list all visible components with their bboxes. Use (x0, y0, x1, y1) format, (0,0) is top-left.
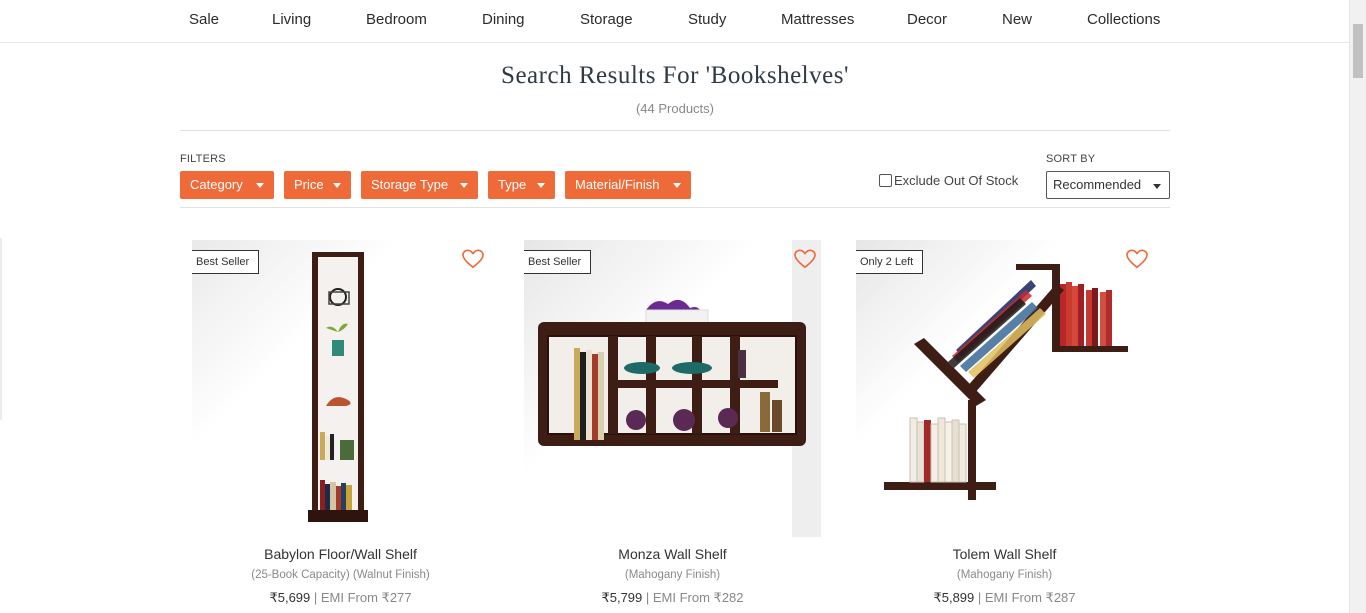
heart-outline-icon[interactable] (462, 249, 484, 269)
nav-item-sale[interactable]: Sale (189, 11, 219, 28)
product-photo-monza-shelf (524, 240, 821, 537)
product-price: ₹5,799 (601, 590, 643, 605)
left-edge-divider (0, 238, 2, 420)
product-badge: Best Seller (524, 250, 592, 274)
nav-item-new[interactable]: New (1002, 11, 1032, 28)
filter-price-button[interactable]: Price (284, 171, 351, 199)
product-subtitle: (25-Book Capacity) (Walnut Finish) (251, 569, 430, 581)
exclude-out-of-stock-toggle[interactable]: Exclude Out Of Stock (879, 173, 1018, 188)
filter-type-button[interactable]: Type (488, 171, 555, 199)
sort-selected-value: Recommended (1053, 177, 1142, 192)
filter-category-label: Category (190, 177, 243, 192)
product-subtitle: (Mahogany Finish) (624, 569, 721, 581)
sort-select[interactable]: Recommended (1046, 171, 1170, 199)
product-photo-tolem-shelf (856, 240, 1153, 537)
product-badge: Only 2 Left (856, 250, 924, 274)
result-count: (44 Products) (635, 101, 715, 116)
caret-down-icon (256, 183, 264, 188)
product-emi: | EMI From ₹282 (642, 590, 744, 605)
top-navigation: Sale Living Bedroom Dining Storage Study… (0, 0, 1350, 43)
nav-item-mattresses[interactable]: Mattresses (781, 11, 854, 28)
product-price-line: ₹5,899 | EMI From ₹287 (856, 590, 1153, 606)
caret-down-icon (460, 183, 468, 188)
product-card[interactable]: Best Seller Babylon Floor/Wall Shelf (25… (192, 240, 489, 613)
exclude-out-of-stock-label: Exclude Out Of Stock (894, 173, 1019, 188)
filter-price-label: Price (294, 177, 324, 192)
heading-divider (180, 130, 1170, 131)
product-emi: | EMI From ₹287 (974, 590, 1076, 605)
product-price-line: ₹5,699 | EMI From ₹277 (192, 590, 489, 606)
product-card[interactable]: Best Seller Monza Wall Shelf (Mahogany F… (524, 240, 821, 613)
caret-down-icon (537, 183, 545, 188)
filter-type-label: Type (498, 177, 527, 192)
product-subtitle: (Mahogany Finish) (956, 569, 1053, 581)
product-price-line: ₹5,799 | EMI From ₹282 (524, 590, 821, 606)
product-name[interactable]: Babylon Floor/Wall Shelf (192, 546, 489, 562)
nav-item-decor[interactable]: Decor (907, 11, 947, 28)
sort-label: SORT BY (1046, 153, 1096, 165)
nav-item-bedroom[interactable]: Bedroom (366, 11, 427, 28)
heart-outline-icon[interactable] (794, 249, 816, 269)
product-photo-babylon-shelf (192, 240, 489, 537)
nav-item-storage[interactable]: Storage (580, 11, 633, 28)
filters-divider (180, 207, 1170, 208)
product-card[interactable]: Only 2 Left Tolem Wall Shelf (Mahogany F… (856, 240, 1153, 613)
product-name[interactable]: Tolem Wall Shelf (856, 546, 1153, 562)
filter-category-button[interactable]: Category (180, 171, 274, 199)
filter-storage-type-button[interactable]: Storage Type (361, 171, 478, 199)
scrollbar-thumb[interactable] (1353, 24, 1363, 78)
caret-down-icon (673, 183, 681, 188)
product-image[interactable]: Best Seller (192, 240, 489, 537)
heart-outline-icon[interactable] (1126, 249, 1148, 269)
nav-item-study[interactable]: Study (688, 11, 726, 28)
product-image[interactable]: Only 2 Left (856, 240, 1153, 537)
product-price: ₹5,699 (269, 590, 311, 605)
page-title: Search Results For 'Bookshelves' (501, 62, 849, 89)
page-scrollbar[interactable] (1349, 0, 1366, 613)
product-price: ₹5,899 (933, 590, 975, 605)
filter-material-finish-button[interactable]: Material/Finish (565, 171, 691, 199)
product-emi: | EMI From ₹277 (310, 590, 412, 605)
filter-storage-type-label: Storage Type (371, 177, 449, 192)
filters-label: FILTERS (180, 153, 226, 165)
caret-down-icon (333, 183, 341, 188)
filter-material-finish-label: Material/Finish (575, 177, 660, 192)
exclude-out-of-stock-checkbox[interactable] (879, 174, 892, 187)
caret-down-icon (1153, 184, 1161, 189)
nav-item-living[interactable]: Living (272, 11, 311, 28)
nav-item-collections[interactable]: Collections (1087, 11, 1160, 28)
nav-item-dining[interactable]: Dining (482, 11, 525, 28)
product-image[interactable]: Best Seller (524, 240, 821, 537)
product-name[interactable]: Monza Wall Shelf (524, 546, 821, 562)
product-badge: Best Seller (192, 250, 260, 274)
